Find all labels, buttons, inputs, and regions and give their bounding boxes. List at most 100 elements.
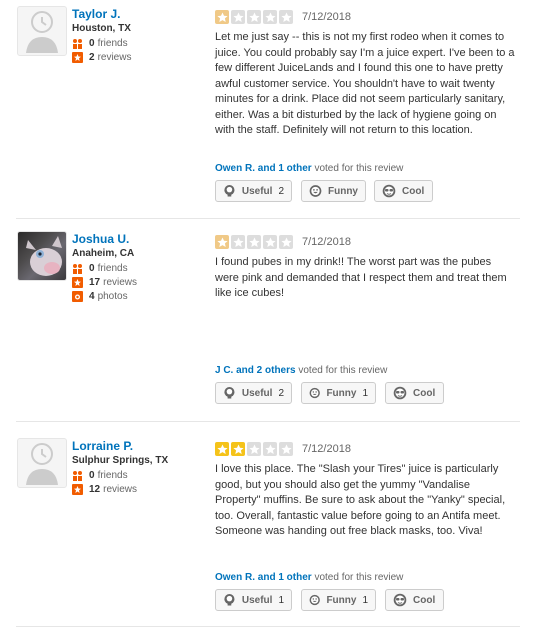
star-icon: [263, 10, 277, 24]
star-badge-icon: [72, 484, 83, 495]
friend-count: 0 friends: [72, 470, 128, 481]
people-icon: [73, 471, 82, 481]
friend-count-label: friends: [97, 38, 128, 49]
review-item: Joshua U. Anaheim, CA 0 friends 17 revie…: [0, 225, 520, 420]
funny-count: 1: [362, 387, 368, 399]
photo-count: 4 photos: [72, 291, 128, 302]
star-badge-icon: [72, 277, 83, 288]
review-date: 7/12/2018: [302, 11, 351, 23]
people-icon: [73, 39, 82, 49]
smile-icon: [309, 594, 320, 606]
friend-count-label: friends: [97, 470, 128, 481]
useful-button[interactable]: Useful 1: [215, 589, 292, 611]
friend-count: 0 friends: [72, 263, 128, 274]
voted-suffix: voted for this review: [314, 163, 404, 174]
user-name-link[interactable]: Joshua U.: [72, 232, 129, 246]
user-name-link[interactable]: Taylor J.: [72, 7, 120, 21]
funny-label: Funny: [328, 185, 358, 197]
useful-button[interactable]: Useful 2: [215, 382, 292, 404]
avatar[interactable]: [17, 231, 67, 281]
photo-count-label: photos: [97, 291, 128, 302]
review-count-label: reviews: [103, 277, 138, 288]
user-location: Anaheim, CA: [72, 248, 135, 259]
review-date: 7/12/2018: [302, 236, 351, 248]
cool-label: Cool: [402, 185, 425, 197]
cool-button[interactable]: Cool: [385, 589, 444, 611]
photo-count-value: 4: [89, 291, 95, 302]
lightbulb-icon: [224, 185, 235, 197]
review-list: Taylor J. Houston, TX 0 friends 2 review…: [0, 0, 548, 627]
avatar[interactable]: [17, 438, 67, 488]
cool-button[interactable]: Cool: [374, 180, 433, 202]
star-icon: [215, 10, 229, 24]
useful-button[interactable]: Useful 2: [215, 180, 292, 202]
voted-suffix: voted for this review: [298, 365, 388, 376]
voted-line: Owen R. and 1 other voted for this revie…: [215, 572, 403, 583]
useful-count: 1: [278, 594, 284, 606]
voted-suffix: voted for this review: [314, 572, 404, 583]
smile-icon: [309, 185, 322, 197]
sunglasses-icon: [382, 184, 396, 198]
cool-label: Cool: [413, 594, 436, 606]
star-icon: [231, 442, 245, 456]
review-date: 7/12/2018: [302, 443, 351, 455]
user-name-link[interactable]: Lorraine P.: [72, 439, 133, 453]
star-icon: [279, 442, 293, 456]
useful-label: Useful: [241, 387, 273, 399]
user-location: Houston, TX: [72, 23, 131, 34]
default-avatar-icon: [26, 11, 58, 53]
smile-icon: [309, 387, 320, 399]
star-icon: [279, 10, 293, 24]
star-icon: [231, 235, 245, 249]
review-count-label: reviews: [103, 484, 138, 495]
review-text: Let me just say -- this is not my first …: [215, 31, 515, 136]
friend-count-value: 0: [89, 470, 95, 481]
star-icon: [247, 235, 261, 249]
cool-button[interactable]: Cool: [385, 382, 444, 404]
funny-count: 1: [362, 594, 368, 606]
cool-label: Cool: [413, 387, 436, 399]
review-count: 2 reviews: [72, 52, 131, 63]
voters-link[interactable]: Owen R. and 1 other: [215, 572, 312, 583]
voted-line: J C. and 2 others voted for this review: [215, 365, 387, 376]
star-icon: [231, 10, 245, 24]
lightbulb-icon: [224, 594, 235, 606]
star-icon: [215, 442, 229, 456]
useful-label: Useful: [241, 185, 273, 197]
review-count-value: 17: [89, 277, 101, 288]
star-rating: [215, 235, 295, 249]
funny-label: Funny: [326, 594, 357, 606]
voters-link[interactable]: J C. and 2 others: [215, 365, 296, 376]
review-item: Lorraine P. Sulphur Springs, TX 0 friend…: [0, 432, 520, 627]
review-count-label: reviews: [97, 52, 132, 63]
voters-link[interactable]: Owen R. and 1 other: [215, 163, 312, 174]
funny-button[interactable]: Funny: [301, 180, 366, 202]
avatar[interactable]: [17, 6, 67, 56]
star-icon: [215, 235, 229, 249]
sunglasses-icon: [393, 386, 407, 400]
sunglasses-icon: [393, 593, 407, 607]
review-item: Taylor J. Houston, TX 0 friends 2 review…: [0, 0, 520, 218]
funny-button[interactable]: Funny 1: [301, 589, 376, 611]
friend-count-value: 0: [89, 263, 95, 274]
star-rating: [215, 10, 295, 24]
friend-count-label: friends: [97, 263, 128, 274]
review-count: 12 reviews: [72, 484, 137, 495]
star-rating: [215, 442, 295, 456]
camera-icon: [72, 291, 83, 302]
default-avatar-icon: [26, 443, 58, 485]
review-text: I found pubes in my drink!! The worst pa…: [215, 256, 507, 299]
user-photo-icon: [26, 236, 62, 276]
review-count: 17 reviews: [72, 277, 137, 288]
funny-button[interactable]: Funny 1: [301, 382, 376, 404]
voted-line: Owen R. and 1 other voted for this revie…: [215, 163, 403, 174]
useful-count: 2: [278, 387, 284, 399]
star-icon: [263, 235, 277, 249]
star-icon: [247, 10, 261, 24]
user-location: Sulphur Springs, TX: [72, 455, 169, 466]
review-count-value: 12: [89, 484, 101, 495]
star-badge-icon: [72, 52, 83, 63]
people-icon: [73, 264, 82, 274]
review-text: I love this place. The "Slash your Tires…: [215, 463, 506, 537]
lightbulb-icon: [224, 387, 235, 399]
